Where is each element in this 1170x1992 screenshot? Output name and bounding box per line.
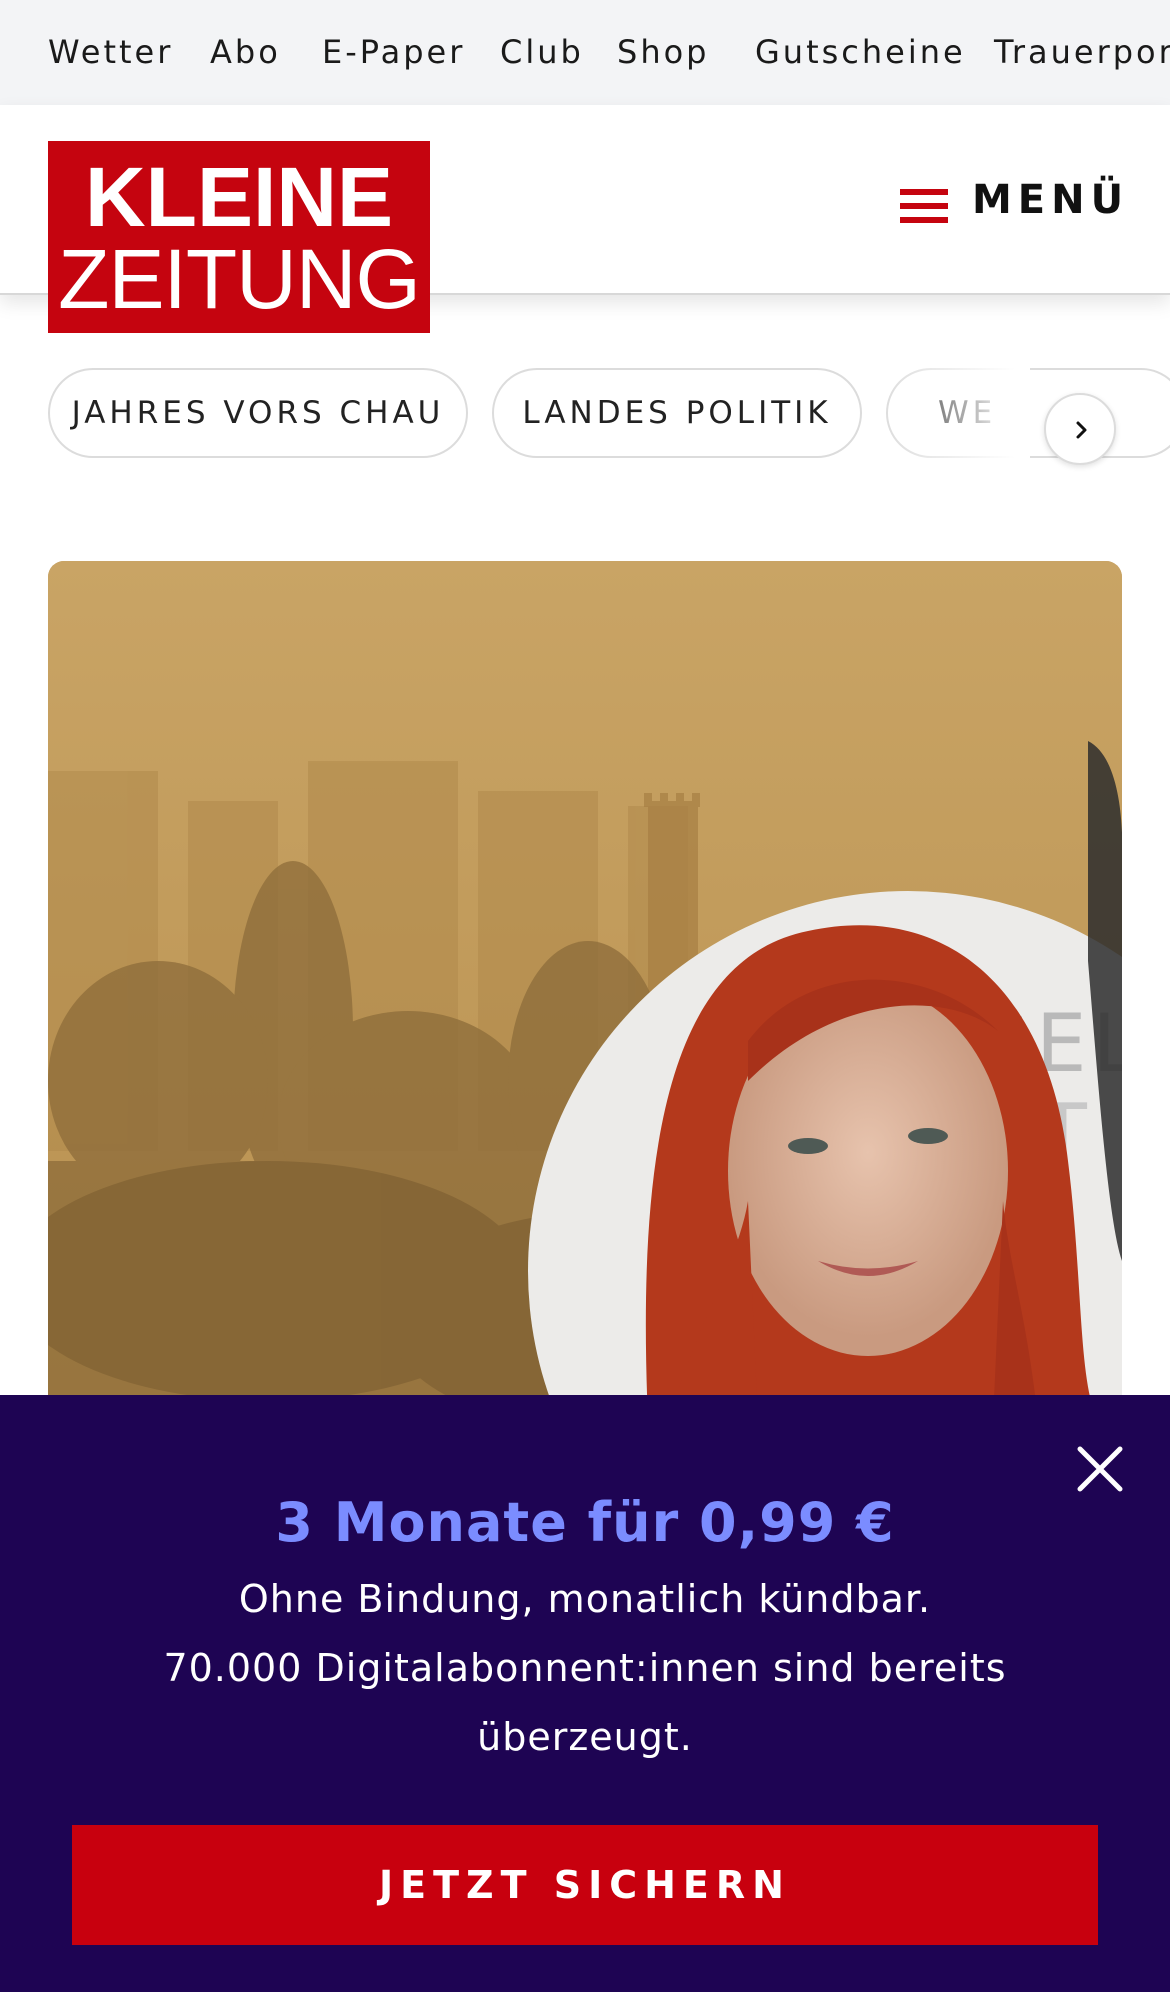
service-link-club[interactable]: Club: [500, 0, 584, 105]
topic-pill-jahresvorschau[interactable]: JAHRES VORS CHAU: [48, 368, 468, 458]
service-link-shop[interactable]: Shop: [617, 0, 709, 105]
hero-image[interactable]: GEL T: [48, 561, 1122, 1421]
offer-line-2: 70.000 Digitalabonnent:innen sind bereit…: [163, 1646, 1007, 1690]
hamburger-icon: [900, 189, 948, 223]
site-logo[interactable]: KLEINE ZEITUNG: [48, 141, 430, 333]
service-link-abo[interactable]: Abo: [210, 0, 281, 105]
menu-label: MENÜ: [972, 177, 1130, 223]
offer-line-1: Ohne Bindung, monatlich kündbar.: [238, 1577, 932, 1621]
service-link-wetter[interactable]: Wetter: [48, 0, 173, 105]
topic-pills: JAHRES VORS CHAU LANDES POLITIK WE: [0, 368, 1170, 465]
service-nav: Wetter Abo E-Paper Club Shop Gutscheine …: [0, 0, 1170, 105]
service-link-gutscheine[interactable]: Gutscheine: [755, 0, 966, 105]
site-header: KLEINE ZEITUNG MENÜ: [0, 105, 1170, 333]
close-button[interactable]: [1070, 1439, 1130, 1499]
subscribe-button[interactable]: JETZT SICHERN: [72, 1825, 1098, 1945]
subscription-offer-banner: 3 Monate für 0,99 € Ohne Bindung, monatl…: [0, 1395, 1170, 1992]
close-icon: [1077, 1446, 1123, 1492]
offer-title: 3 Monate für 0,99 €: [275, 1491, 895, 1554]
topic-pill-landespolitik[interactable]: LANDES POLITIK: [492, 368, 862, 458]
hero-illustration: GEL T: [48, 561, 1122, 1421]
service-link-trauerportal[interactable]: Trauerportal: [994, 0, 1170, 105]
service-link-epaper[interactable]: E-Paper: [322, 0, 465, 105]
pill-fade: [880, 368, 1030, 464]
logo-line-1: KLEINE: [84, 150, 394, 244]
logo-line-2: ZEITUNG: [58, 232, 421, 326]
offer-line-3: überzeugt.: [477, 1715, 693, 1759]
chevron-right-icon: [1076, 421, 1087, 439]
topics-next-button[interactable]: [1044, 393, 1116, 465]
menu-button[interactable]: MENÜ: [900, 165, 1123, 243]
